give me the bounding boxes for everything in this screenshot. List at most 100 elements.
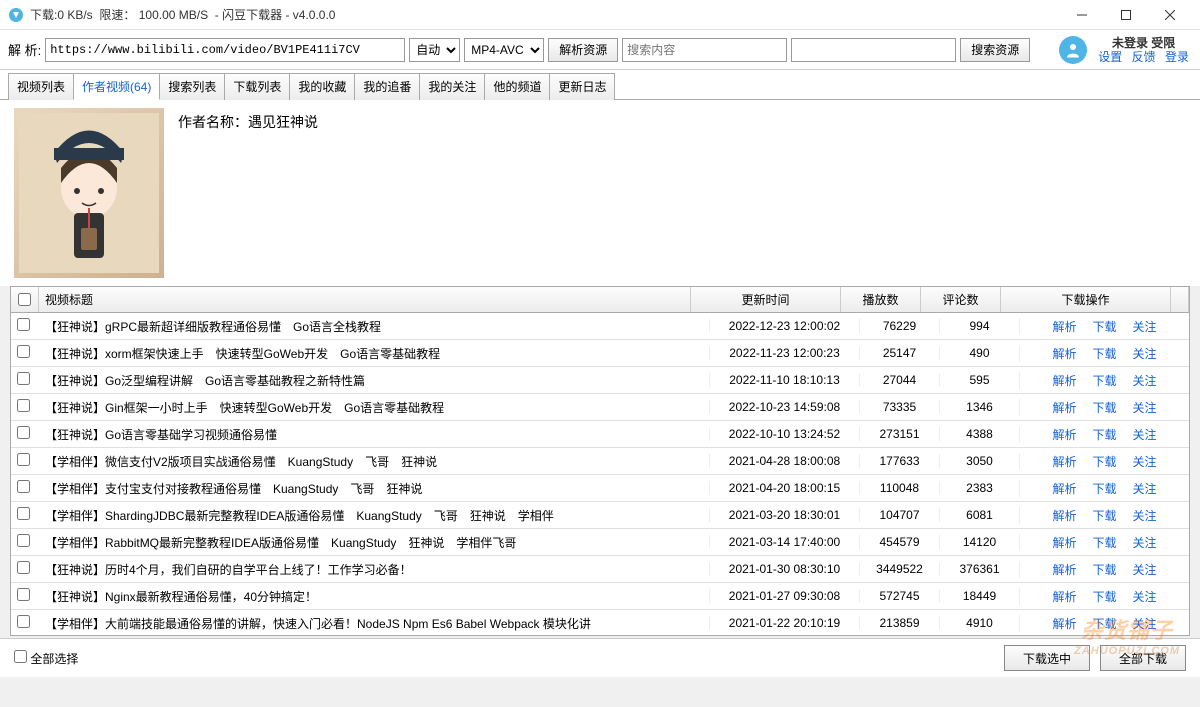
row-checkbox[interactable] xyxy=(11,426,39,442)
table-row[interactable]: 【学相伴】ShardingJDBC最新完整教程IDEA版通俗易懂 KuangSt… xyxy=(11,502,1189,529)
download-link[interactable]: 下载 xyxy=(1092,615,1116,632)
search-ext-input[interactable] xyxy=(791,38,956,62)
download-link[interactable]: 下载 xyxy=(1092,507,1116,524)
login-link[interactable]: 登录 xyxy=(1165,50,1189,64)
mode-select[interactable]: 自动 xyxy=(409,38,460,62)
row-checkbox[interactable] xyxy=(11,615,39,631)
parse-link[interactable]: 解析 xyxy=(1052,507,1076,524)
parse-link[interactable]: 解析 xyxy=(1052,399,1076,416)
follow-link[interactable]: 关注 xyxy=(1133,372,1157,389)
table-body[interactable]: 【狂神说】gRPC最新超详细版教程通俗易懂 Go语言全栈教程2022-12-23… xyxy=(11,313,1189,636)
table-row[interactable]: 【狂神说】Gin框架一小时上手 快速转型GoWeb开发 Go语言零基础教程202… xyxy=(11,394,1189,421)
select-all-checkbox[interactable]: 全部选择 xyxy=(14,650,78,667)
format-select[interactable]: MP4-AVC xyxy=(464,38,544,62)
table-row[interactable]: 【狂神说】历时4个月，我们自研的自学平台上线了！工作学习必备！2021-01-3… xyxy=(11,556,1189,583)
search-button[interactable]: 搜索资源 xyxy=(960,38,1030,62)
follow-link[interactable]: 关注 xyxy=(1133,480,1157,497)
col-checkbox[interactable] xyxy=(11,287,39,312)
header-checkbox[interactable] xyxy=(18,293,31,306)
row-checkbox[interactable] xyxy=(11,561,39,577)
tab-5[interactable]: 我的追番 xyxy=(354,73,420,100)
follow-link[interactable]: 关注 xyxy=(1133,453,1157,470)
col-ops[interactable]: 下载操作 xyxy=(1001,287,1171,312)
tab-8[interactable]: 更新日志 xyxy=(549,73,615,100)
col-time[interactable]: 更新时间 xyxy=(691,287,841,312)
parse-link[interactable]: 解析 xyxy=(1052,561,1076,578)
parse-link[interactable]: 解析 xyxy=(1052,534,1076,551)
tab-6[interactable]: 我的关注 xyxy=(419,73,485,100)
download-all-button[interactable]: 全部下载 xyxy=(1100,645,1186,671)
search-input[interactable] xyxy=(622,38,787,62)
parse-link[interactable]: 解析 xyxy=(1052,615,1076,632)
row-checkbox[interactable] xyxy=(11,480,39,496)
row-checkbox[interactable] xyxy=(11,399,39,415)
row-checkbox[interactable] xyxy=(11,345,39,361)
app-version: v4.0.0.0 xyxy=(293,8,336,22)
table-row[interactable]: 【狂神说】gRPC最新超详细版教程通俗易懂 Go语言全栈教程2022-12-23… xyxy=(11,313,1189,340)
col-play[interactable]: 播放数 xyxy=(841,287,921,312)
col-title[interactable]: 视频标题 xyxy=(39,287,691,312)
download-link[interactable]: 下载 xyxy=(1092,480,1116,497)
follow-link[interactable]: 关注 xyxy=(1133,615,1157,632)
table-row[interactable]: 【狂神说】Go语言零基础学习视频通俗易懂2022-10-10 13:24:522… xyxy=(11,421,1189,448)
user-avatar-icon[interactable] xyxy=(1059,36,1087,64)
follow-link[interactable]: 关注 xyxy=(1133,534,1157,551)
follow-link[interactable]: 关注 xyxy=(1133,561,1157,578)
settings-link[interactable]: 设置 xyxy=(1098,50,1122,64)
row-title: 【狂神说】Go语言零基础学习视频通俗易懂 xyxy=(39,426,709,443)
row-checkbox[interactable] xyxy=(11,453,39,469)
download-link[interactable]: 下载 xyxy=(1092,588,1116,605)
author-panel: 作者名称：遇见狂神说 xyxy=(0,100,1200,286)
follow-link[interactable]: 关注 xyxy=(1133,318,1157,335)
row-ops: 解析下载关注 xyxy=(1019,426,1189,443)
parse-link[interactable]: 解析 xyxy=(1052,345,1076,362)
download-link[interactable]: 下载 xyxy=(1092,561,1116,578)
tab-2[interactable]: 搜索列表 xyxy=(159,73,225,100)
follow-link[interactable]: 关注 xyxy=(1133,426,1157,443)
table-row[interactable]: 【狂神说】Go泛型编程讲解 Go语言零基础教程之新特性篇2022-11-10 1… xyxy=(11,367,1189,394)
parse-link[interactable]: 解析 xyxy=(1052,588,1076,605)
parse-link[interactable]: 解析 xyxy=(1052,426,1076,443)
download-link[interactable]: 下载 xyxy=(1092,372,1116,389)
tab-4[interactable]: 我的收藏 xyxy=(289,73,355,100)
follow-link[interactable]: 关注 xyxy=(1133,345,1157,362)
table-row[interactable]: 【学相伴】支付宝支付对接教程通俗易懂 KuangStudy 飞哥 狂神说2021… xyxy=(11,475,1189,502)
feedback-link[interactable]: 反馈 xyxy=(1132,50,1156,64)
row-time: 2022-10-10 13:24:52 xyxy=(709,427,859,441)
maximize-button[interactable] xyxy=(1104,0,1148,30)
minimize-button[interactable] xyxy=(1060,0,1104,30)
tab-0[interactable]: 视频列表 xyxy=(8,73,74,100)
tab-1[interactable]: 作者视频(64) xyxy=(73,73,160,100)
col-comment[interactable]: 评论数 xyxy=(921,287,1001,312)
parse-link[interactable]: 解析 xyxy=(1052,318,1076,335)
row-time: 2021-01-30 08:30:10 xyxy=(709,562,859,576)
parse-link[interactable]: 解析 xyxy=(1052,372,1076,389)
parse-button[interactable]: 解析资源 xyxy=(548,38,618,62)
row-checkbox[interactable] xyxy=(11,534,39,550)
table-row[interactable]: 【学相伴】RabbitMQ最新完整教程IDEA版通俗易懂 KuangStudy … xyxy=(11,529,1189,556)
download-link[interactable]: 下载 xyxy=(1092,426,1116,443)
tab-3[interactable]: 下载列表 xyxy=(224,73,290,100)
download-link[interactable]: 下载 xyxy=(1092,399,1116,416)
download-link[interactable]: 下载 xyxy=(1092,534,1116,551)
tab-7[interactable]: 他的频道 xyxy=(484,73,550,100)
download-link[interactable]: 下载 xyxy=(1092,345,1116,362)
row-checkbox[interactable] xyxy=(11,588,39,604)
download-link[interactable]: 下载 xyxy=(1092,318,1116,335)
row-checkbox[interactable] xyxy=(11,507,39,523)
parse-link[interactable]: 解析 xyxy=(1052,480,1076,497)
url-input[interactable] xyxy=(45,38,405,62)
table-row[interactable]: 【狂神说】Nginx最新教程通俗易懂，40分钟搞定！2021-01-27 09:… xyxy=(11,583,1189,610)
download-link[interactable]: 下载 xyxy=(1092,453,1116,470)
table-row[interactable]: 【狂神说】xorm框架快速上手 快速转型GoWeb开发 Go语言零基础教程202… xyxy=(11,340,1189,367)
table-row[interactable]: 【学相伴】微信支付V2版项目实战通俗易懂 KuangStudy 飞哥 狂神说20… xyxy=(11,448,1189,475)
close-button[interactable] xyxy=(1148,0,1192,30)
table-row[interactable]: 【学相伴】大前端技能最通俗易懂的讲解，快速入门必看！NodeJS Npm Es6… xyxy=(11,610,1189,636)
follow-link[interactable]: 关注 xyxy=(1133,588,1157,605)
download-selected-button[interactable]: 下载选中 xyxy=(1004,645,1090,671)
row-checkbox[interactable] xyxy=(11,318,39,334)
follow-link[interactable]: 关注 xyxy=(1133,507,1157,524)
parse-link[interactable]: 解析 xyxy=(1052,453,1076,470)
follow-link[interactable]: 关注 xyxy=(1133,399,1157,416)
row-checkbox[interactable] xyxy=(11,372,39,388)
